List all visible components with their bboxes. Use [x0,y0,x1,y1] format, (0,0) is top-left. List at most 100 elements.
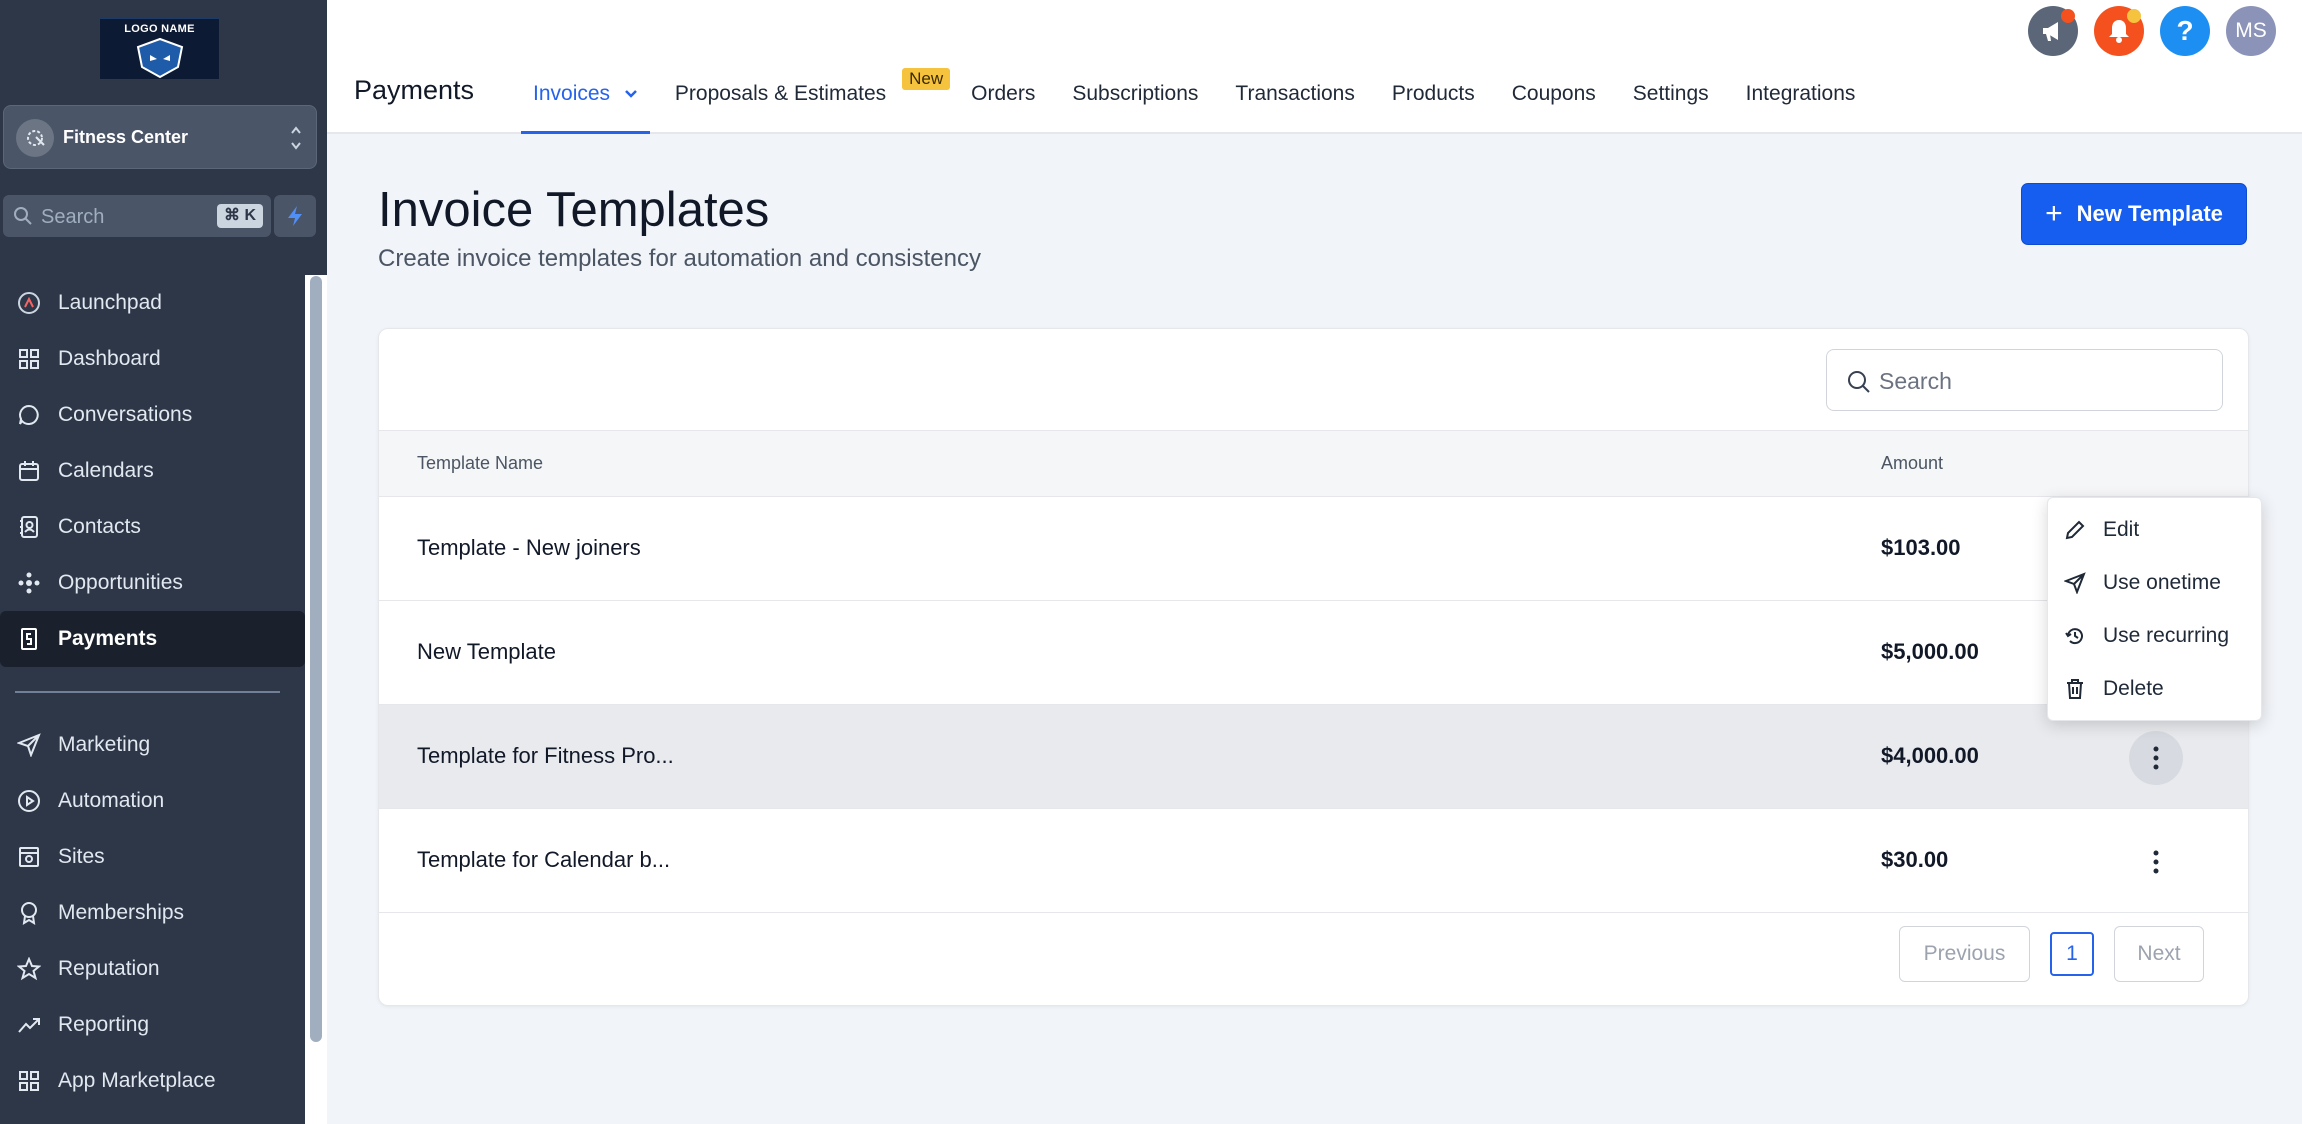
table-row[interactable]: New Template $5,000.00 [379,601,2248,705]
sidebar-item-label: Marketing [58,733,151,756]
sidebar-item-label: Sites [58,845,105,868]
tab-label: Coupons [1511,82,1596,105]
help-button[interactable]: ? [2160,6,2210,56]
sidebar-item-label: Conversations [58,403,193,426]
menu-item-edit[interactable]: Edit [2048,503,2261,556]
section-subtitle: Create invoice templates for automation … [378,245,981,272]
chevron-down-icon [625,90,637,99]
sidebar-item-conversations[interactable]: Conversations [0,387,305,443]
template-search-input[interactable]: Search [1826,349,2223,411]
sidebar-item-label: Dashboard [58,347,161,370]
tab-transactions[interactable]: Transactions [1223,70,1366,134]
menu-item-delete[interactable]: Delete [2048,662,2261,715]
badge-icon [16,900,42,926]
user-avatar[interactable]: MS [2226,6,2276,56]
announcements-button[interactable] [2028,6,2078,56]
sidebar-item-memberships[interactable]: Memberships [0,885,305,941]
sidebar-item-automation[interactable]: Automation [0,773,305,829]
grid-icon [16,1068,42,1094]
menu-item-use-onetime[interactable]: Use onetime [2048,556,2261,609]
tab-orders[interactable]: Orders [959,70,1047,134]
sidebar-item-reputation[interactable]: Reputation [0,941,305,997]
pagination: Previous 1 Next [1899,926,2204,982]
search-icon [1848,371,1870,393]
sidebar-scrollbar[interactable] [310,276,322,1042]
template-amount: $4,000.00 [1881,743,1979,768]
tab-label: Invoices [533,82,611,105]
sidebar-item-label: Contacts [58,515,141,538]
column-header-amount[interactable]: Amount [1881,453,1943,474]
sidebar-item-label: Memberships [58,901,185,924]
company-logo[interactable]: LOGO NAME [99,18,220,80]
calendar-icon [16,458,42,484]
tab-products[interactable]: Products [1380,70,1487,134]
notifications-button[interactable] [2094,6,2144,56]
sidebar-item-sites[interactable]: Sites [0,829,305,885]
menu-item-label: Edit [2103,517,2140,541]
new-template-label: New Template [2076,201,2223,226]
trash-icon [2064,678,2086,700]
location-switcher[interactable]: Fitness Center [3,105,317,169]
table-row[interactable]: Template for Calendar b... $30.00 [379,809,2248,913]
row-actions-button[interactable] [2129,731,2183,785]
avatar-initials: MS [2235,19,2267,42]
chat-icon [16,402,42,428]
sidebar-item-label: Calendars [58,459,154,482]
sidebar-item-calendars[interactable]: Calendars [0,443,305,499]
tab-coupons[interactable]: Coupons [1500,70,1608,134]
menu-item-label: Use recurring [2103,623,2230,647]
column-header-template-name[interactable]: Template Name [417,453,543,474]
tab-subscriptions[interactable]: Subscriptions [1060,70,1210,134]
page-number-button[interactable]: 1 [2050,932,2094,976]
sidebar-item-label: Opportunities [58,571,183,594]
sidebar-item-contacts[interactable]: Contacts [0,499,305,555]
menu-item-label: Use onetime [2103,570,2221,594]
sidebar-item-label: App Marketplace [58,1069,216,1092]
next-page-button[interactable]: Next [2114,926,2204,982]
sidebar-item-label: Reputation [58,957,160,980]
template-amount: $5,000.00 [1881,639,1979,664]
search-shortcut: ⌘ K [217,204,263,228]
tab-proposals-estimates[interactable]: Proposals & Estimates New [663,68,951,134]
table-row[interactable]: Template for Fitness Pro... $4,000.00 [379,705,2248,809]
template-name[interactable]: Template for Calendar b... [417,847,670,873]
row-actions-menu: Edit Use onetime Use recurring Delete [2047,497,2262,721]
sidebar-item-reporting[interactable]: Reporting [0,997,305,1053]
sidebar-search[interactable]: Search ⌘ K [3,195,271,237]
sidebar-item-dashboard[interactable]: Dashboard [0,331,305,387]
opportunities-icon [16,570,42,596]
sidebar-item-opportunities[interactable]: Opportunities [0,555,305,611]
tab-label: Orders [971,82,1036,105]
tab-settings[interactable]: Settings [1621,70,1721,134]
tab-integrations[interactable]: Integrations [1734,70,1868,134]
template-amount: $103.00 [1881,535,1961,560]
quick-action-button[interactable] [274,195,316,237]
sidebar-item-payments[interactable]: Payments [0,611,305,667]
search-placeholder: Search [1879,368,1952,394]
sidebar-item-label: Launchpad [58,291,162,314]
sidebar-item-label: Reporting [58,1013,150,1036]
template-name[interactable]: New Template [417,639,556,665]
search-icon [14,207,32,225]
previous-page-button[interactable]: Previous [1899,926,2030,982]
notification-dot [2061,9,2075,23]
header-actions: ? MS [2028,6,2276,56]
kebab-menu-icon [2153,850,2159,874]
recurring-icon [2064,625,2086,647]
template-name[interactable]: Template - New joiners [417,535,641,561]
pencil-icon [2064,519,2086,541]
new-template-button[interactable]: + New Template [2021,183,2247,245]
section-title: Invoice Templates [378,183,770,237]
sidebar-item-app-marketplace[interactable]: App Marketplace [0,1053,305,1109]
sidebar-item-launchpad[interactable]: Launchpad [0,275,305,331]
sidebar-item-marketing[interactable]: Marketing [0,717,305,773]
table-row[interactable]: Template - New joiners $103.00 [379,497,2248,601]
row-actions-button[interactable] [2129,835,2183,889]
dashboard-icon [16,346,42,372]
tab-invoices[interactable]: Invoices [521,70,650,134]
menu-item-use-recurring[interactable]: Use recurring [2048,609,2261,662]
location-name: Fitness Center [63,127,189,147]
template-name[interactable]: Template for Fitness Pro... [417,743,674,769]
sidebar-item-label: Automation [58,789,165,812]
table-header: Template Name Amount [379,430,2248,497]
